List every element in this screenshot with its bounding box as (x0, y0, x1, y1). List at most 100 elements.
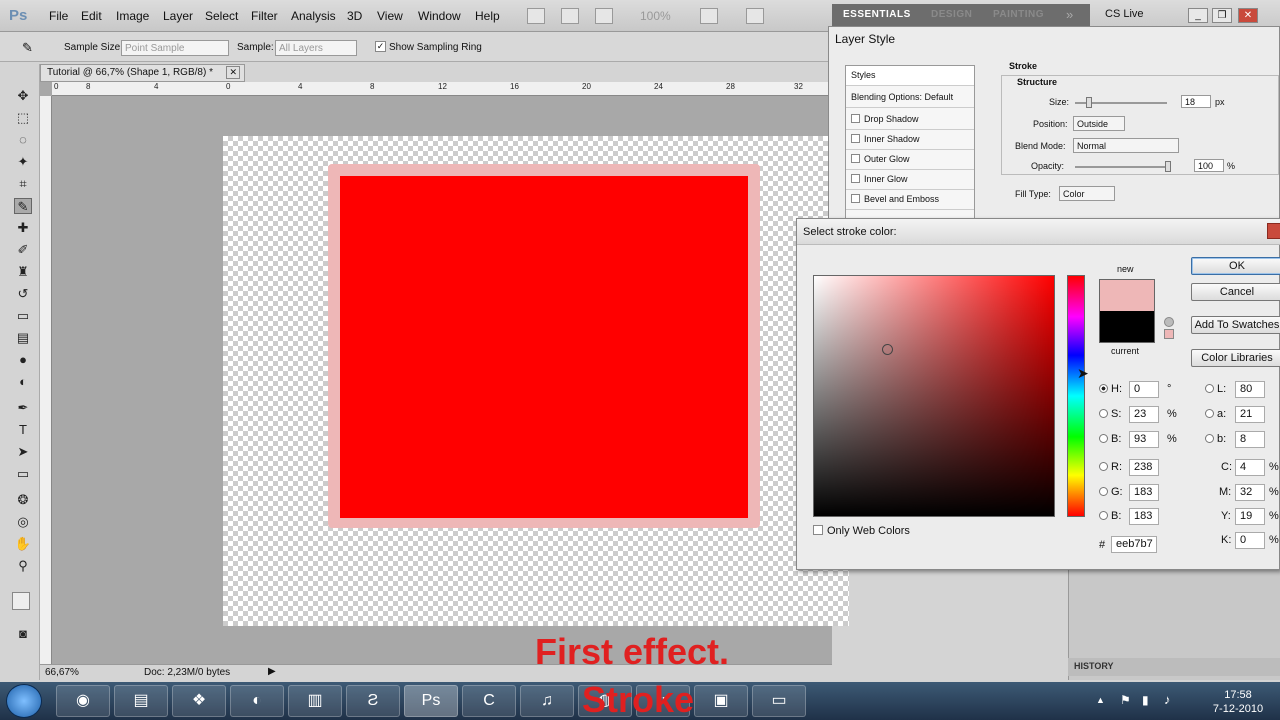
fill-type-select[interactable]: Color (1059, 186, 1115, 201)
menu-window[interactable]: Window (418, 9, 461, 23)
red-radio[interactable] (1099, 462, 1108, 471)
menu-image[interactable]: Image (116, 9, 149, 23)
brightness-input[interactable]: 93 (1129, 431, 1159, 448)
arrange-documents-icon[interactable] (700, 8, 718, 24)
bevel-emboss-checkbox[interactable] (851, 194, 860, 203)
menu-help[interactable]: Help (475, 9, 500, 23)
close-icon[interactable] (1267, 223, 1280, 239)
menu-view[interactable]: View (377, 9, 403, 23)
window-icon[interactable]: ▭ (752, 685, 806, 717)
ccleaner-icon[interactable]: C (462, 685, 516, 717)
blue-input[interactable]: 183 (1129, 508, 1159, 525)
hex-input[interactable]: eeb7b7 (1111, 536, 1157, 553)
type-tool-icon[interactable]: T (14, 422, 32, 438)
lab-b-radio[interactable] (1205, 434, 1214, 443)
menu-3d[interactable]: 3D (347, 9, 362, 23)
menu-file[interactable]: File (49, 9, 68, 23)
quick-mask-icon[interactable]: ◙ (14, 626, 32, 642)
hue-input[interactable]: 0 (1129, 381, 1159, 398)
3d-rotate-tool-icon[interactable]: ❂ (14, 492, 32, 508)
itunes-icon[interactable]: ♫ (520, 685, 574, 717)
inner-glow-checkbox[interactable] (851, 174, 860, 183)
menu-edit[interactable]: Edit (81, 9, 102, 23)
opacity-input[interactable]: 100 (1194, 159, 1224, 172)
chart-app-icon[interactable]: ▥ (288, 685, 342, 717)
lab-a-input[interactable]: 21 (1235, 406, 1265, 423)
size-slider-thumb[interactable] (1086, 97, 1092, 108)
bevel-emboss-item[interactable]: Bevel and Emboss (846, 190, 974, 210)
marquee-tool-icon[interactable]: ⬚ (14, 110, 32, 126)
color-field-cursor[interactable] (882, 344, 893, 355)
eyedropper-tool-icon[interactable]: ✎ (14, 198, 32, 214)
mini-bridge-icon[interactable] (561, 8, 579, 24)
cs-live[interactable]: CS Live (1105, 8, 1144, 20)
pen-tool-icon[interactable]: ✒ (14, 400, 32, 416)
bridge-icon[interactable] (527, 8, 545, 24)
lab-l-input[interactable]: 80 (1235, 381, 1265, 398)
eyedropper-icon[interactable]: ✎ (22, 40, 33, 56)
brush-tool-icon[interactable]: ✐ (14, 242, 32, 258)
menu-layer[interactable]: Layer (163, 9, 193, 23)
shape-tool-icon[interactable]: ▭ (14, 466, 32, 482)
blur-tool-icon[interactable]: ● (14, 352, 32, 368)
dropbox-icon[interactable]: ❖ (172, 685, 226, 717)
blue-radio[interactable] (1099, 511, 1108, 520)
styles-item[interactable]: Styles (846, 66, 974, 86)
dodge-tool-icon[interactable]: ◐ (14, 374, 32, 390)
crop-tool-icon[interactable]: ⌗ (14, 176, 32, 192)
eraser-tool-icon[interactable]: ▭ (14, 308, 32, 324)
media-player-icon[interactable]: ◐ (230, 685, 284, 717)
restore-button[interactable]: ❐ (1212, 8, 1232, 23)
quick-select-tool-icon[interactable]: ✦ (14, 154, 32, 170)
document-tab[interactable]: Tutorial @ 66,7% (Shape 1, RGB/8) * ✕ (40, 64, 245, 82)
path-select-tool-icon[interactable]: ➤ (14, 444, 32, 460)
web-safe-swatch[interactable] (1164, 329, 1174, 339)
menu-select[interactable]: Select (205, 9, 238, 23)
opacity-slider-thumb[interactable] (1165, 161, 1171, 172)
only-web-colors[interactable]: Only Web Colors (813, 525, 910, 537)
saturation-input[interactable]: 23 (1129, 406, 1159, 423)
minimize-button[interactable]: _ (1188, 8, 1208, 23)
blending-options-item[interactable]: Blending Options: Default (846, 88, 974, 108)
history-panel-tab[interactable]: HISTORY (1068, 658, 1280, 676)
black-input[interactable]: 0 (1235, 532, 1265, 549)
screen-mode-icon[interactable] (746, 8, 764, 24)
move-tool-icon[interactable]: ✥ (14, 88, 32, 104)
workspace-painting[interactable]: PAINTING (993, 9, 1044, 20)
cyan-input[interactable]: 4 (1235, 459, 1265, 476)
saturation-radio[interactable] (1099, 409, 1108, 418)
size-input[interactable]: 18 (1181, 95, 1211, 108)
view-extras-icon[interactable] (595, 8, 613, 24)
inner-shadow-item[interactable]: Inner Shadow (846, 130, 974, 150)
drop-shadow-item[interactable]: Drop Shadow (846, 110, 974, 130)
zoom-tool-icon[interactable]: ⚲ (14, 558, 32, 574)
drop-shadow-checkbox[interactable] (851, 114, 860, 123)
red-rectangle-shape[interactable] (340, 176, 748, 518)
network-icon[interactable]: ▮ (1142, 693, 1149, 707)
explorer-icon[interactable]: ▤ (114, 685, 168, 717)
more-workspaces-icon[interactable]: » (1066, 7, 1073, 22)
menu-analysis[interactable]: Analysis (291, 9, 336, 23)
close-button[interactable]: ✕ (1238, 8, 1258, 23)
workspace-design[interactable]: DESIGN (931, 9, 972, 20)
remote-desktop-icon[interactable]: ▣ (694, 685, 748, 717)
hue-radio[interactable] (1099, 384, 1108, 393)
sampling-ring-checkbox[interactable]: ✓ (375, 41, 386, 52)
zoom-status[interactable]: 66,67% (45, 667, 79, 678)
start-button[interactable] (6, 684, 42, 718)
volume-icon[interactable]: ♪ (1164, 692, 1171, 707)
system-clock[interactable]: 17:58 7-12-2010 (1200, 688, 1276, 716)
red-input[interactable]: 238 (1129, 459, 1159, 476)
green-input[interactable]: 183 (1129, 484, 1159, 501)
zoom-level[interactable]: 100% (640, 9, 671, 23)
lab-a-radio[interactable] (1205, 409, 1214, 418)
inner-shadow-checkbox[interactable] (851, 134, 860, 143)
menu-filter[interactable]: Filter (251, 9, 278, 23)
filezilla-icon[interactable]: Ƨ (346, 685, 400, 717)
gradient-tool-icon[interactable]: ▤ (14, 330, 32, 346)
hand-tool-icon[interactable]: ✋ (14, 536, 32, 552)
add-to-swatches-button[interactable]: Add To Swatches (1191, 316, 1280, 334)
status-menu-arrow-icon[interactable]: ▶ (268, 666, 276, 677)
sample-select[interactable]: All Layers (275, 40, 357, 56)
position-select[interactable]: Outside (1073, 116, 1125, 131)
